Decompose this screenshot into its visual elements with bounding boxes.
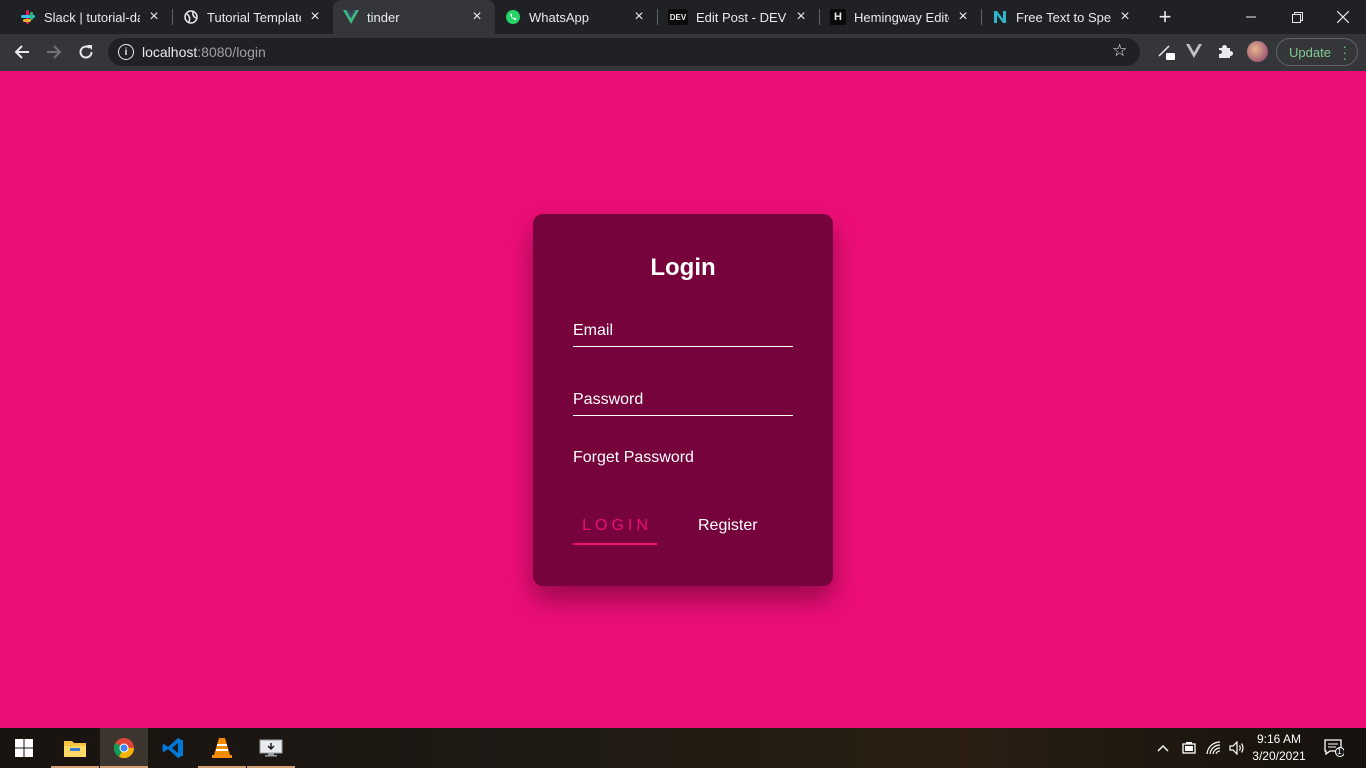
taskbar-vlc[interactable]: [198, 728, 246, 768]
chrome-icon: [114, 738, 135, 759]
minimize-icon: [1246, 16, 1256, 18]
tab-tutorial-template[interactable]: Tutorial Template ×: [173, 0, 333, 34]
close-icon[interactable]: ×: [307, 8, 323, 25]
reload-icon: [79, 45, 93, 59]
info-icon[interactable]: i: [118, 44, 134, 60]
vlc-icon: [212, 738, 232, 758]
taskbar-remote-desktop[interactable]: [247, 728, 295, 768]
slack-icon: [20, 9, 36, 25]
extension-pen-icon[interactable]: [1156, 41, 1176, 61]
email-input[interactable]: [573, 317, 793, 345]
tab-title: Slack | tutorial-dal: [44, 9, 140, 25]
whatsapp-icon: [505, 9, 521, 25]
url-text[interactable]: localhost:8080/login: [142, 44, 266, 60]
monitor-icon: [259, 739, 283, 757]
url-host: localhost: [142, 44, 198, 60]
battery-tray-button[interactable]: [1181, 728, 1197, 768]
password-input[interactable]: [573, 386, 793, 414]
email-field-wrapper: [573, 317, 793, 347]
tab-title: tinder: [367, 9, 400, 25]
close-icon[interactable]: ×: [469, 8, 485, 25]
bookmark-star-icon[interactable]: ☆: [1112, 41, 1127, 61]
back-button[interactable]: [8, 38, 36, 66]
close-window-button[interactable]: [1320, 0, 1366, 34]
chevron-up-icon: [1157, 745, 1169, 752]
minimize-window-button[interactable]: [1228, 0, 1274, 34]
globe-icon: [183, 9, 199, 25]
taskbar-file-explorer[interactable]: [51, 728, 99, 768]
clock-date: 3/20/2021: [1252, 749, 1306, 763]
profile-avatar[interactable]: [1247, 41, 1268, 62]
update-button[interactable]: Update · · ·: [1276, 38, 1358, 66]
reload-button[interactable]: [72, 38, 100, 66]
tab-title: Edit Post - DEV Co: [696, 9, 787, 25]
hemingway-icon: H: [830, 9, 846, 25]
arrow-left-icon: [14, 45, 29, 59]
tab-whatsapp[interactable]: WhatsApp ×: [495, 0, 657, 34]
close-icon[interactable]: ×: [146, 8, 162, 25]
windows-logo-icon: [15, 739, 33, 757]
vue-devtools-icon[interactable]: [1184, 41, 1204, 61]
tab-dev[interactable]: DEV Edit Post - DEV Co ×: [658, 0, 819, 34]
url-path: :8080/login: [197, 44, 266, 60]
close-icon[interactable]: ×: [631, 8, 647, 25]
tab-title: Free Text to Speec: [1016, 9, 1111, 25]
tab-title: Hemingway Editor: [854, 9, 949, 25]
tab-title: Tutorial Template: [207, 9, 301, 25]
vue-icon: [343, 9, 359, 25]
folder-icon: [64, 741, 86, 757]
restore-icon: [1291, 11, 1303, 23]
tab-text-to-speech[interactable]: Free Text to Speec ×: [982, 0, 1143, 34]
close-icon: [1337, 11, 1349, 23]
wifi-icon: [1206, 741, 1221, 755]
tab-tinder[interactable]: tinder ×: [333, 0, 495, 34]
close-icon[interactable]: ×: [955, 8, 971, 25]
login-card: Login Forget Password LOGIN Register: [533, 214, 833, 586]
restore-window-button[interactable]: [1274, 0, 1320, 34]
taskbar-vscode[interactable]: [149, 728, 197, 768]
show-hidden-icons-button[interactable]: [1157, 728, 1169, 768]
register-button[interactable]: Register: [698, 515, 758, 537]
forget-password-link[interactable]: Forget Password: [573, 449, 694, 467]
update-label: Update: [1289, 44, 1331, 60]
forward-button[interactable]: [40, 38, 68, 66]
close-icon[interactable]: ×: [1117, 8, 1133, 25]
more-vertical-icon: · · ·: [1342, 39, 1347, 66]
login-title: Login: [650, 254, 716, 281]
network-tray-button[interactable]: [1206, 728, 1222, 768]
taskbar-chrome[interactable]: [100, 728, 148, 768]
tab-hemingway[interactable]: H Hemingway Editor ×: [820, 0, 981, 34]
speaker-icon: [1229, 741, 1244, 755]
taskbar-clock[interactable]: 9:16 AM 3/20/2021: [1246, 731, 1312, 765]
vscode-icon: [162, 738, 183, 758]
start-button[interactable]: [0, 728, 48, 768]
close-icon[interactable]: ×: [793, 8, 809, 25]
action-center-button[interactable]: 1: [1324, 728, 1344, 768]
tab-strip: Slack | tutorial-dal × Tutorial Template…: [0, 0, 1366, 34]
tab-slack[interactable]: Slack | tutorial-dal ×: [0, 0, 172, 34]
volume-tray-button[interactable]: [1229, 728, 1247, 768]
dev-icon: DEV: [668, 9, 688, 25]
naturalreader-icon: [992, 9, 1008, 25]
password-field-wrapper: [573, 386, 793, 416]
tab-title: WhatsApp: [529, 9, 589, 25]
notification-count: 1: [1337, 747, 1342, 756]
extensions-puzzle-icon[interactable]: [1215, 41, 1235, 61]
arrow-right-icon: [47, 45, 62, 59]
new-tab-button[interactable]: +: [1153, 4, 1177, 29]
clock-time: 9:16 AM: [1256, 732, 1302, 746]
battery-icon: [1182, 742, 1196, 754]
login-button[interactable]: LOGIN: [573, 515, 657, 545]
